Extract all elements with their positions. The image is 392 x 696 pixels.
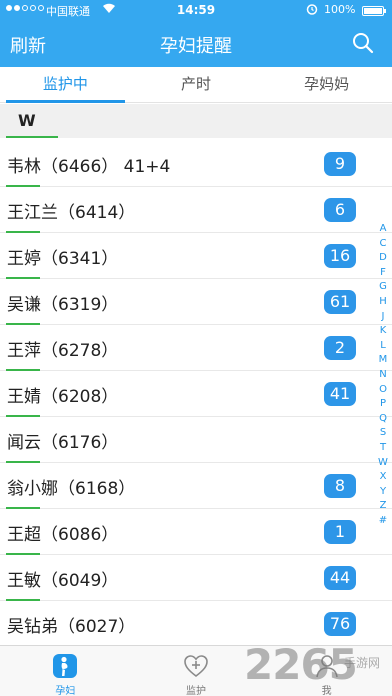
patient-name: 王江兰（6414） — [7, 203, 136, 223]
list-item[interactable]: 王萍（6278） 2 — [0, 325, 392, 371]
list-item[interactable]: 王超（6086） 1 — [0, 509, 392, 555]
battery-icon — [362, 6, 386, 16]
index-letter[interactable]: P — [380, 397, 386, 412]
index-letter[interactable]: # — [379, 514, 387, 529]
patient-name: 王婧（6208） — [7, 387, 119, 407]
index-letter[interactable]: N — [379, 368, 386, 383]
patient-list: 韦林（6466） 41+4 9 王江兰（6414） 6 王婷（6341） 16 … — [0, 141, 392, 647]
tab-pregnant-mothers[interactable]: 孕妈妈 — [261, 67, 392, 102]
patient-name: 闻云（6176） — [7, 433, 119, 453]
patient-name: 王婷（6341） — [7, 249, 119, 269]
index-letter[interactable]: H — [379, 295, 387, 310]
alphabet-index[interactable]: A C D F G H J K L M N O P Q S T W X Y Z … — [376, 222, 390, 528]
index-letter[interactable]: W — [378, 456, 388, 471]
index-letter[interactable]: S — [380, 426, 386, 441]
tabbar-item-pregnant[interactable]: 孕妇 — [0, 646, 131, 696]
index-letter[interactable]: A — [380, 222, 387, 237]
list-item[interactable]: 王婷（6341） 16 — [0, 233, 392, 279]
patient-name: 吴谦（6319） — [7, 295, 119, 315]
patient-name: 翁小娜（6168） — [7, 479, 136, 499]
index-letter[interactable]: X — [380, 470, 387, 485]
index-letter[interactable]: K — [380, 324, 387, 339]
index-letter[interactable]: Y — [380, 485, 386, 500]
page-title: 孕妇提醒 — [160, 36, 232, 57]
index-letter[interactable]: G — [379, 280, 387, 295]
watermark-number: 2265 — [244, 640, 358, 689]
battery-percent: 100% — [324, 3, 356, 16]
tab-in-labor[interactable]: 产时 — [131, 67, 262, 102]
alarm-icon — [306, 3, 318, 18]
section-letter: W — [18, 111, 36, 130]
count-badge: 16 — [324, 244, 356, 268]
count-badge: 8 — [324, 474, 356, 498]
tabbar-label: 监护 — [186, 686, 206, 696]
tab-monitoring[interactable]: 监护中 — [0, 67, 131, 103]
index-letter[interactable]: Z — [380, 499, 387, 514]
count-badge: 1 — [324, 520, 356, 544]
patient-name: 王超（6086） — [7, 525, 119, 545]
count-badge: 9 — [324, 152, 356, 176]
patient-name: 吴钻弟（6027） — [7, 617, 136, 637]
status-bar: 中国联通 14:59 100% — [0, 0, 392, 22]
heart-plus-icon — [184, 655, 208, 678]
navigation-bar: 刷新 孕妇提醒 — [0, 22, 392, 67]
index-letter[interactable]: L — [380, 339, 386, 354]
patient-name: 王敏（6049） — [7, 571, 119, 591]
count-badge: 6 — [324, 198, 356, 222]
patient-name: 韦林（6466） 41+4 — [7, 157, 171, 177]
index-letter[interactable]: Q — [379, 412, 387, 427]
list-item[interactable]: 王敏（6049） 44 — [0, 555, 392, 601]
list-item[interactable]: 吴谦（6319） 61 — [0, 279, 392, 325]
list-item[interactable]: 王婧（6208） 41 — [0, 371, 392, 417]
tabbar-item-monitor[interactable]: 监护 — [131, 646, 262, 696]
watermark-text: 手游网 — [344, 656, 381, 670]
pregnant-woman-icon — [53, 654, 78, 678]
tabbar-label: 孕妇 — [55, 686, 76, 696]
index-letter[interactable]: F — [380, 266, 386, 281]
section-header: W — [0, 104, 392, 138]
list-item[interactable]: 王江兰（6414） 6 — [0, 187, 392, 233]
count-badge: 76 — [324, 612, 356, 636]
index-letter[interactable]: C — [380, 237, 387, 252]
list-item[interactable]: 翁小娜（6168） 8 — [0, 463, 392, 509]
index-letter[interactable]: M — [379, 353, 388, 368]
list-item[interactable]: 韦林（6466） 41+4 9 — [0, 141, 392, 187]
list-item[interactable]: 闻云（6176） — [0, 417, 392, 463]
count-badge: 44 — [324, 566, 356, 590]
count-badge: 2 — [324, 336, 356, 360]
patient-name: 王萍（6278） — [7, 341, 119, 361]
section-underline — [6, 136, 58, 138]
count-badge: 41 — [324, 382, 356, 406]
count-badge: 61 — [324, 290, 356, 314]
search-icon[interactable] — [352, 32, 376, 56]
index-letter[interactable]: J — [382, 310, 385, 325]
index-letter[interactable]: O — [379, 383, 387, 398]
index-letter[interactable]: T — [380, 441, 386, 456]
segment-tabs: 监护中 产时 孕妈妈 — [0, 67, 392, 103]
index-letter[interactable]: D — [379, 251, 387, 266]
watermark-logo: 2265 手游网 — [244, 640, 392, 696]
